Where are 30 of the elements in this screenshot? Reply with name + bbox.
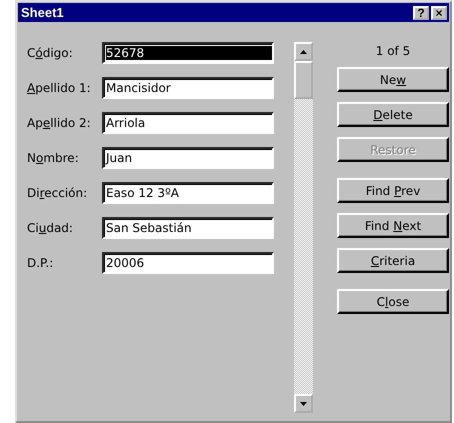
text-field[interactable]: Arriola: [102, 112, 274, 134]
field-label: Apellido 1:: [27, 81, 92, 95]
dialog-button[interactable]: Criteria: [337, 248, 449, 273]
dialog-button[interactable]: Delete: [337, 102, 449, 127]
text-field[interactable]: Juan: [102, 147, 274, 169]
record-counter: 1 of 5: [376, 44, 410, 60]
text-field[interactable]: San Sebastián: [102, 217, 274, 239]
title-bar-button[interactable]: ×: [431, 6, 447, 20]
dialog-button[interactable]: Find Prev: [337, 178, 449, 203]
field-label: Nombre:: [27, 151, 80, 165]
dialog-button[interactable]: Close: [337, 289, 449, 314]
title-bar-button[interactable]: ?: [413, 6, 429, 20]
field-label: Ciudad:: [27, 221, 74, 235]
scroll-down-button[interactable]: [294, 394, 313, 413]
scroll-thumb[interactable]: [294, 61, 313, 99]
scroll-up-button[interactable]: [294, 42, 313, 61]
up-arrow-icon: [300, 50, 307, 54]
field-label: D.P.:: [27, 256, 54, 270]
down-arrow-icon: [300, 402, 307, 406]
dialog-button[interactable]: Find Next: [337, 213, 449, 238]
text-field[interactable]: Mancisidor: [102, 77, 274, 99]
window-title: Sheet1: [21, 5, 64, 20]
field-label: Apellido 2:: [27, 116, 92, 130]
vertical-scrollbar[interactable]: [294, 42, 313, 413]
field-label: Dirección:: [27, 186, 88, 200]
text-field[interactable]: 52678: [102, 42, 274, 64]
text-field[interactable]: 20006: [102, 252, 274, 274]
dialog-button[interactable]: New: [337, 67, 449, 92]
text-field[interactable]: Easo 12 3ºA: [102, 182, 274, 204]
field-label: Código:: [27, 46, 74, 60]
